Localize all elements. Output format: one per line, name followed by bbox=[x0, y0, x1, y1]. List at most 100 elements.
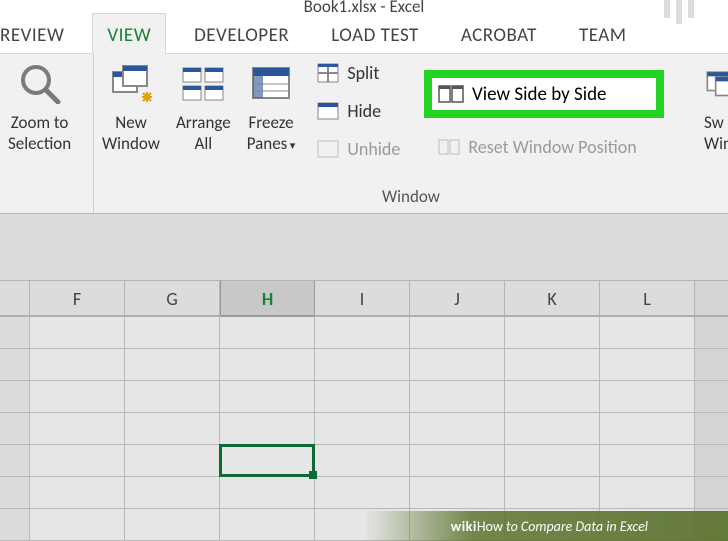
column-headers: FGHIJKL bbox=[0, 280, 728, 317]
cell[interactable] bbox=[315, 349, 410, 380]
arrange-all-button[interactable]: Arrange All bbox=[168, 54, 239, 155]
grid-rows[interactable] bbox=[0, 317, 728, 541]
column-header[interactable]: K bbox=[505, 281, 600, 315]
cell[interactable] bbox=[220, 349, 315, 380]
cell[interactable] bbox=[410, 349, 505, 380]
fill-handle[interactable] bbox=[309, 471, 317, 479]
freeze-panes-button[interactable]: Freeze Panes ▾ bbox=[239, 54, 304, 155]
cell[interactable] bbox=[30, 381, 125, 412]
table-row bbox=[0, 349, 728, 381]
cell[interactable] bbox=[125, 317, 220, 348]
hide-button[interactable]: Hide bbox=[311, 96, 406, 126]
tab-review[interactable]: REVIEW bbox=[0, 14, 78, 53]
cell[interactable] bbox=[505, 477, 600, 508]
column-header-gutter bbox=[0, 281, 30, 315]
cell[interactable] bbox=[315, 413, 410, 444]
switch-windows-button[interactable]: Sw Winc bbox=[698, 54, 728, 155]
group-window-label: Window bbox=[94, 184, 728, 213]
unhide-button: Unhide bbox=[311, 134, 406, 164]
tab-team[interactable]: TEAM bbox=[565, 14, 641, 53]
table-row bbox=[0, 317, 728, 349]
cell[interactable] bbox=[220, 477, 315, 508]
cell[interactable] bbox=[505, 445, 600, 476]
group-zoom-label bbox=[0, 205, 93, 213]
cell[interactable] bbox=[600, 413, 695, 444]
column-header[interactable]: H bbox=[220, 281, 315, 315]
cell[interactable] bbox=[505, 381, 600, 412]
tab-load-test[interactable]: LOAD TEST bbox=[317, 14, 433, 53]
row-gutter bbox=[0, 445, 30, 476]
zoom-to-selection-button[interactable]: Zoom to Selection bbox=[0, 54, 79, 155]
view-side-by-side-button[interactable]: View Side by Side bbox=[424, 70, 664, 118]
excel-window: Book1.xlsx - Excel REVIEW VIEW DEVELOPER… bbox=[0, 0, 728, 541]
cell[interactable] bbox=[220, 381, 315, 412]
table-row bbox=[0, 381, 728, 413]
cell[interactable] bbox=[30, 349, 125, 380]
cell[interactable] bbox=[315, 317, 410, 348]
row-gutter bbox=[0, 477, 30, 508]
cell[interactable] bbox=[505, 349, 600, 380]
cell[interactable] bbox=[505, 413, 600, 444]
switch-windows-label: Sw Winc bbox=[704, 112, 720, 155]
reset-window-position-button: Reset Window Position bbox=[432, 132, 642, 162]
cell[interactable] bbox=[410, 477, 505, 508]
column-header[interactable]: F bbox=[30, 281, 125, 315]
cell[interactable] bbox=[125, 445, 220, 476]
cell[interactable] bbox=[315, 445, 410, 476]
freeze-panes-icon bbox=[247, 62, 295, 104]
cell[interactable] bbox=[30, 413, 125, 444]
column-header[interactable]: J bbox=[410, 281, 505, 315]
active-cell-cursor[interactable] bbox=[219, 444, 315, 477]
cell[interactable] bbox=[410, 445, 505, 476]
split-button[interactable]: Split bbox=[311, 58, 406, 88]
freeze-panes-label: Freeze Panes ▾ bbox=[247, 112, 296, 155]
cell[interactable] bbox=[600, 477, 695, 508]
wikihow-attribution: wikiHow to Compare Data in Excel bbox=[0, 511, 728, 541]
worksheet[interactable]: FGHIJKL bbox=[0, 280, 728, 541]
cell[interactable] bbox=[125, 381, 220, 412]
cell[interactable] bbox=[220, 413, 315, 444]
cell[interactable] bbox=[600, 317, 695, 348]
cell[interactable] bbox=[30, 317, 125, 348]
column-header[interactable]: L bbox=[600, 281, 695, 315]
cell[interactable] bbox=[125, 413, 220, 444]
cell[interactable] bbox=[315, 381, 410, 412]
new-window-label: New Window bbox=[102, 112, 160, 155]
new-window-button[interactable]: New Window bbox=[94, 54, 168, 155]
wiki-text: wiki bbox=[451, 518, 477, 535]
hide-label: Hide bbox=[347, 100, 381, 122]
table-row bbox=[0, 445, 728, 477]
how-text: How bbox=[477, 518, 503, 535]
cell[interactable] bbox=[125, 477, 220, 508]
tab-acrobat[interactable]: ACROBAT bbox=[447, 14, 551, 53]
tab-developer[interactable]: DEVELOPER bbox=[180, 14, 303, 53]
hide-icon bbox=[317, 101, 339, 121]
split-label: Split bbox=[347, 62, 379, 84]
cell[interactable] bbox=[600, 381, 695, 412]
magnifier-icon bbox=[16, 62, 64, 104]
cell[interactable] bbox=[30, 477, 125, 508]
cell[interactable] bbox=[505, 317, 600, 348]
cell[interactable] bbox=[600, 445, 695, 476]
cell[interactable] bbox=[410, 317, 505, 348]
view-side-by-side-label: View Side by Side bbox=[472, 83, 607, 106]
unhide-label: Unhide bbox=[347, 138, 400, 160]
cell[interactable] bbox=[315, 477, 410, 508]
split-icon bbox=[317, 63, 339, 83]
column-header[interactable]: I bbox=[315, 281, 410, 315]
zoom-to-selection-label: Zoom to Selection bbox=[8, 112, 71, 155]
cell[interactable] bbox=[600, 349, 695, 380]
cell[interactable] bbox=[220, 317, 315, 348]
cell[interactable] bbox=[410, 413, 505, 444]
row-gutter bbox=[0, 317, 30, 348]
cell[interactable] bbox=[410, 381, 505, 412]
cell[interactable] bbox=[125, 349, 220, 380]
table-row bbox=[0, 413, 728, 445]
tab-view[interactable]: VIEW bbox=[92, 13, 166, 54]
switch-windows-icon bbox=[704, 62, 728, 104]
cell[interactable] bbox=[30, 445, 125, 476]
side-by-side-icon bbox=[438, 83, 464, 105]
table-row bbox=[0, 477, 728, 509]
column-header[interactable]: G bbox=[125, 281, 220, 315]
new-window-icon bbox=[107, 62, 155, 104]
